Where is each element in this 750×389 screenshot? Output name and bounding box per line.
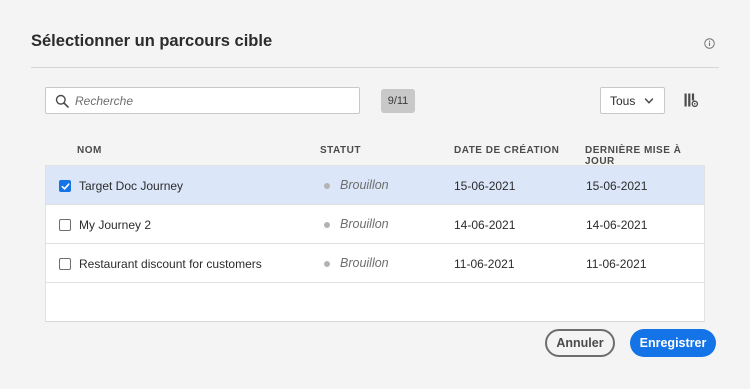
row-updated: 14-06-2021 [586,218,648,232]
row-checkbox[interactable] [59,258,71,270]
column-header-updated[interactable]: DERNIÈRE MISE À JOUR [585,145,705,167]
header-divider [31,67,719,68]
row-updated: 11-06-2021 [586,257,647,271]
search-input[interactable] [75,93,345,108]
row-name: Target Doc Journey [79,179,184,193]
row-created: 14-06-2021 [454,218,516,232]
table-header: NOM STATUT DATE DE CRÉATION DERNIÈRE MIS… [45,137,705,167]
result-count-badge: 9/11 [381,89,415,113]
chevron-down-icon [644,97,654,104]
dialog-title: Sélectionner un parcours cible [31,32,273,50]
row-status: Brouillon [340,217,389,231]
row-created: 15-06-2021 [454,179,516,193]
row-checkbox[interactable] [59,180,71,192]
info-icon[interactable] [704,38,715,49]
row-created: 11-06-2021 [454,257,515,271]
status-dot [324,222,330,228]
column-settings-icon[interactable] [684,93,698,107]
journeys-table: NOM STATUT DATE DE CRÉATION DERNIÈRE MIS… [45,137,705,322]
table-body: Target Doc Journey Brouillon 15-06-2021 … [45,165,705,322]
row-status: Brouillon [340,178,389,192]
row-status: Brouillon [340,256,389,270]
column-header-status[interactable]: STATUT [320,145,361,156]
search-field[interactable] [45,87,360,114]
filter-selected-value: Tous [610,93,636,108]
table-row[interactable]: Target Doc Journey Brouillon 15-06-2021 … [46,166,704,205]
column-header-name[interactable]: NOM [77,145,102,156]
save-button[interactable]: Enregistrer [630,329,716,357]
status-dot [324,183,330,189]
row-name: Restaurant discount for customers [79,257,262,271]
row-updated: 15-06-2021 [586,179,648,193]
select-journey-dialog: Sélectionner un parcours cible 9/11 Tous… [0,0,750,389]
filter-dropdown[interactable]: Tous [600,87,665,114]
table-bottom-border [46,321,704,322]
table-row[interactable]: Restaurant discount for customers Brouil… [46,244,704,283]
row-name: My Journey 2 [79,218,152,232]
checkmark-icon [61,182,70,190]
cancel-button[interactable]: Annuler [545,329,615,357]
search-icon [55,94,69,108]
table-row[interactable]: My Journey 2 Brouillon 14-06-2021 14-06-… [46,205,704,244]
status-dot [324,261,330,267]
column-header-created[interactable]: DATE DE CRÉATION [454,145,559,156]
row-checkbox[interactable] [59,219,71,231]
